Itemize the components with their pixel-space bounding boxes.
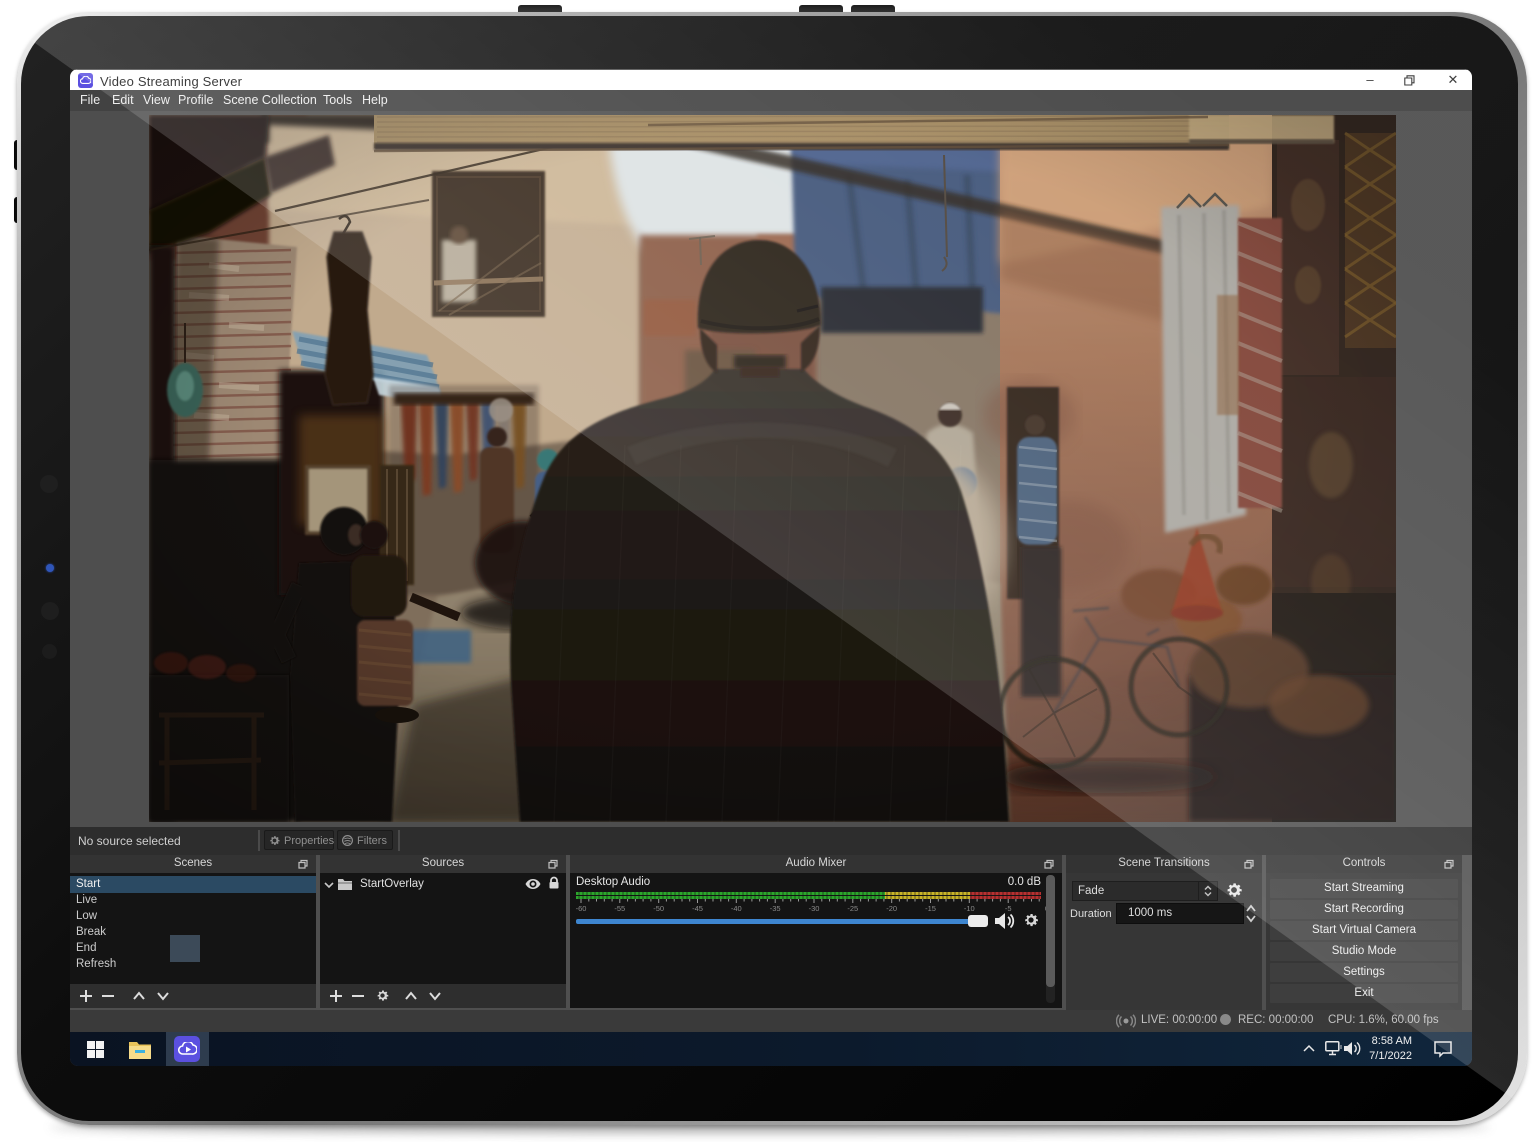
svg-text:-25: -25 bbox=[847, 904, 858, 913]
svg-text:-40: -40 bbox=[731, 904, 742, 913]
svg-text:-15: -15 bbox=[925, 904, 936, 913]
svg-text:-50: -50 bbox=[653, 904, 664, 913]
svg-text:-55: -55 bbox=[614, 904, 625, 913]
svg-text:-30: -30 bbox=[809, 904, 820, 913]
svg-text:-10: -10 bbox=[964, 904, 975, 913]
svg-text:-60: -60 bbox=[576, 904, 586, 913]
svg-text:-45: -45 bbox=[692, 904, 703, 913]
svg-text:-20: -20 bbox=[886, 904, 897, 913]
svg-text:-35: -35 bbox=[770, 904, 781, 913]
